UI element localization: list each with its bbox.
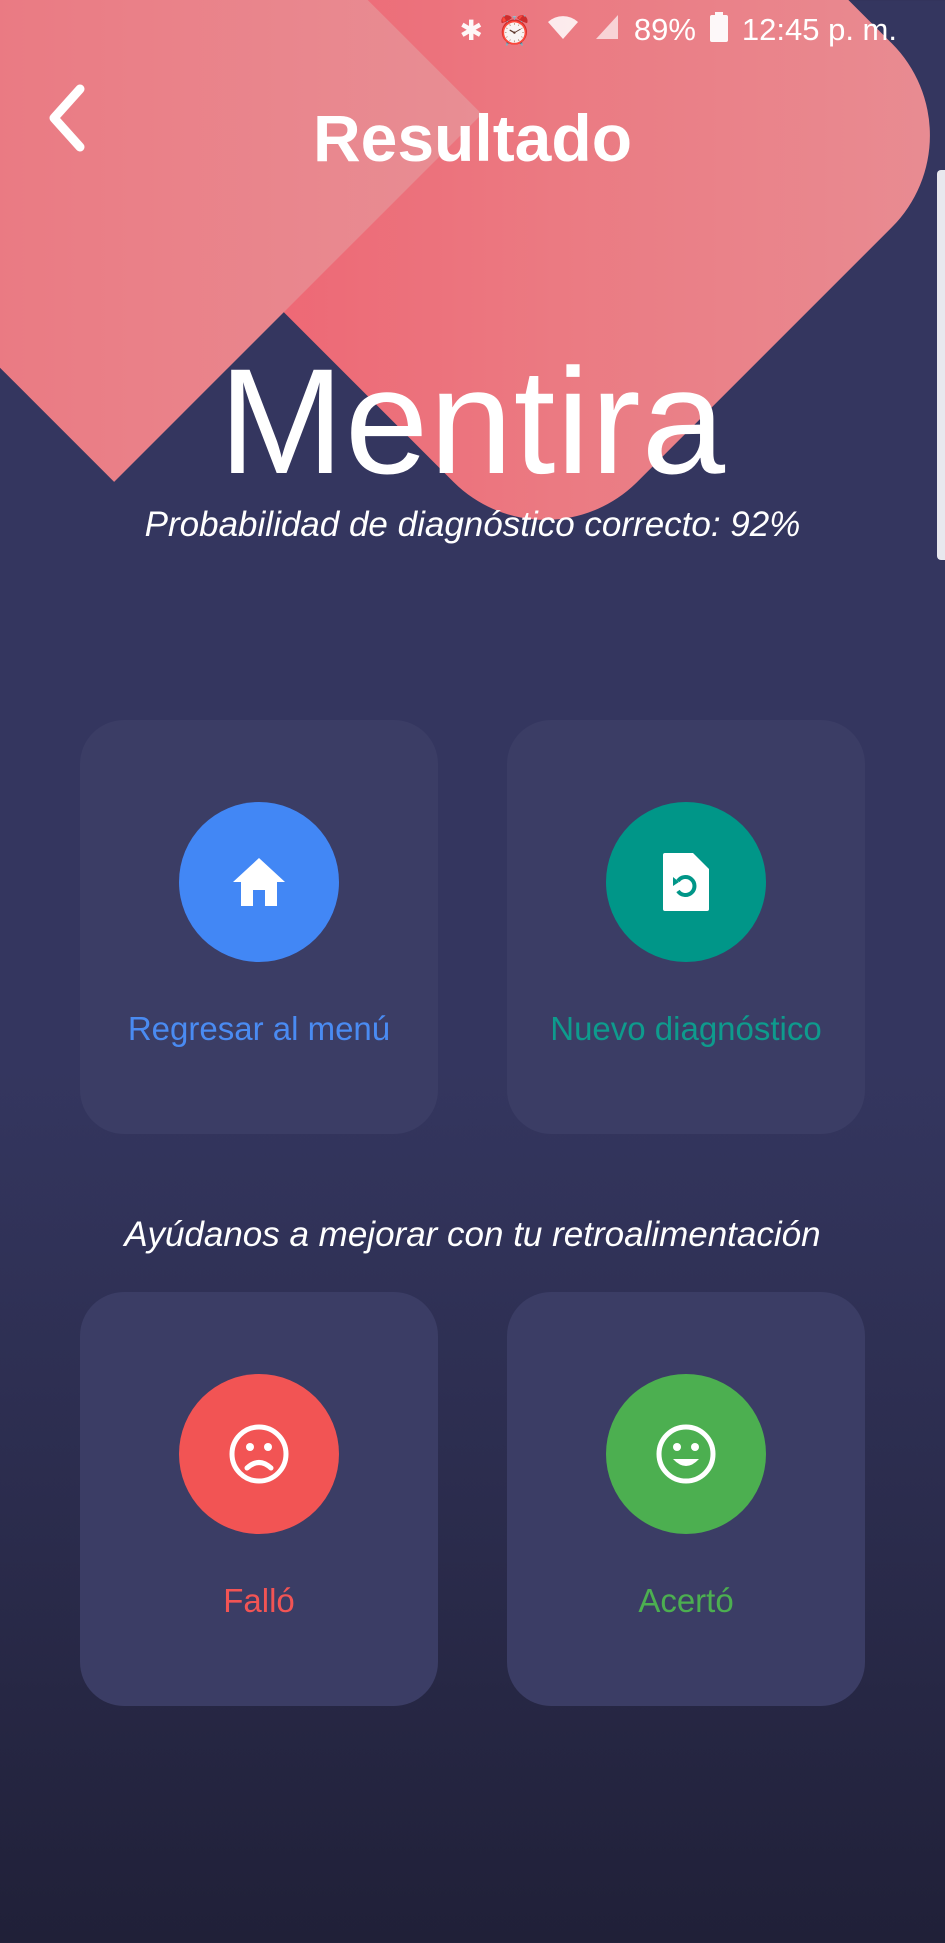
bluetooth-icon: ✱ [459, 14, 483, 46]
happy-face-icon-circle [606, 1374, 766, 1534]
fail-card-button[interactable]: Falló [80, 1292, 438, 1706]
wifi-icon [546, 13, 580, 48]
battery-icon [709, 11, 728, 49]
alarm-icon: ⏰ [496, 14, 532, 46]
file-restore-icon [663, 853, 709, 911]
success-label: Acertó [638, 1582, 734, 1619]
diagnosis-result: Mentira [218, 337, 727, 505]
home-icon [233, 858, 285, 906]
signal-icon [594, 13, 620, 48]
new-diagnosis-label: Nuevo diagnóstico [550, 1010, 822, 1047]
sad-face-icon [229, 1424, 289, 1484]
new-diagnosis-icon-circle [606, 802, 766, 962]
page-title: Resultado [312, 101, 633, 175]
diagnosis-probability: Probabilidad de diagnóstico correcto: 92… [144, 505, 801, 544]
fail-label: Falló [223, 1582, 295, 1619]
happy-face-icon [656, 1424, 716, 1484]
success-card-button[interactable]: Acertó [507, 1292, 865, 1706]
menu-label: Regresar al menú [127, 1010, 391, 1047]
status-bar: ✱ ⏰ 89% 12:45 p. m. [0, 0, 945, 60]
scrollbar[interactable] [937, 170, 945, 560]
new-diagnosis-card-button[interactable]: Nuevo diagnóstico [507, 720, 865, 1134]
clock: 12:45 p. m. [741, 12, 897, 47]
feedback-prompt: Ayúdanos a mejorar con tu retroalimentac… [124, 1215, 821, 1254]
home-icon-circle [179, 802, 339, 962]
battery-percentage: 89% [633, 12, 696, 47]
menu-card-button[interactable]: Regresar al menú [80, 720, 438, 1134]
sad-face-icon-circle [179, 1374, 339, 1534]
